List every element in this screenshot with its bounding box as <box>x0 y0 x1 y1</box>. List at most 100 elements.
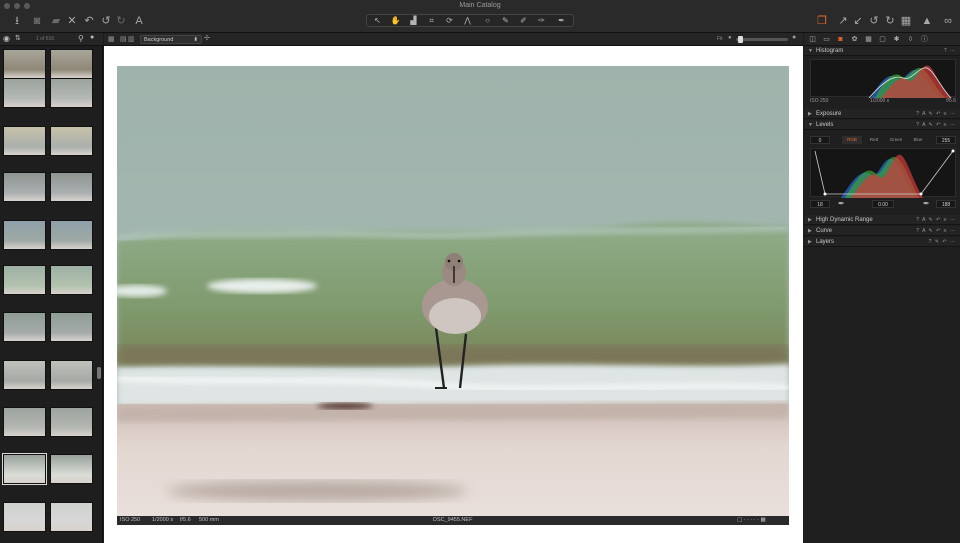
grid-view-icon[interactable]: ▦ <box>108 35 115 43</box>
histogram-header[interactable]: ▼ Histogram ? ⋯ <box>804 46 960 56</box>
thumbnail[interactable] <box>3 265 46 295</box>
zoom-slider-handle[interactable] <box>738 36 743 43</box>
thumbnail[interactable] <box>3 360 46 390</box>
layers-icon[interactable]: ❐ <box>815 14 829 28</box>
tab-adjust-icon[interactable]: ◊ <box>906 35 915 44</box>
channel-red[interactable]: Red <box>864 136 884 144</box>
info-bar-controls[interactable]: ▢ · · · · · ▦ <box>737 516 766 525</box>
thumbnail[interactable] <box>50 49 93 79</box>
levels-graph[interactable] <box>810 148 956 198</box>
levels-midtone[interactable]: 0.00 <box>872 200 894 208</box>
thumbnail[interactable] <box>3 49 46 79</box>
search-icon[interactable]: ⚲ <box>78 34 84 43</box>
sort-icon[interactable]: ⇅ <box>15 34 21 42</box>
tab-detail-icon[interactable]: ▦ <box>864 35 873 44</box>
warning-icon[interactable]: ▲ <box>920 14 934 28</box>
thumbnail[interactable] <box>50 312 93 342</box>
picker-icon[interactable]: ✒ <box>553 15 570 26</box>
black-picker-icon[interactable]: ✒ <box>838 199 845 208</box>
levels-output-high[interactable]: 188 <box>936 200 956 208</box>
curve-header[interactable]: ▶ Curve ? A ✎ ↶ ≡ ⋯ <box>804 226 960 236</box>
tab-folder-icon[interactable]: ▭ <box>822 35 831 44</box>
tab-color-icon[interactable]: ✿ <box>850 35 859 44</box>
select-icon[interactable]: ↖ <box>369 15 386 26</box>
chevron-right-icon: ▶ <box>808 217 812 223</box>
thumbnail[interactable] <box>50 78 93 108</box>
keystone-icon[interactable]: ⋀ <box>459 15 476 26</box>
import-icon[interactable]: ⭳ <box>10 14 24 28</box>
grid-icon[interactable]: ▦ <box>899 14 913 28</box>
undo-icon[interactable]: ↺ <box>99 14 113 28</box>
eye-icon[interactable]: ◉ <box>3 34 10 43</box>
thumbnail[interactable] <box>3 126 46 156</box>
pan-icon[interactable]: ✋ <box>387 15 404 26</box>
browser-scrollbar[interactable] <box>97 367 101 379</box>
shrink-icon[interactable]: ↙ <box>851 14 865 28</box>
tool-actions[interactable]: ? A ✎ ↶ ≡ ⋯ <box>916 120 956 130</box>
thumbnail[interactable] <box>50 172 93 202</box>
user-icon[interactable]: ● <box>90 34 94 41</box>
tab-lens-icon[interactable]: ▢ <box>878 35 887 44</box>
hdr-header[interactable]: ▶ High Dynamic Range ? A ✎ ↶ ≡ ⋯ <box>804 215 960 225</box>
thumbnail[interactable] <box>3 78 46 108</box>
tab-library-icon[interactable]: ◫ <box>808 35 817 44</box>
thumbnail[interactable] <box>3 502 46 532</box>
tool-actions[interactable]: ? ✎ ↶ ⋯ <box>929 237 956 247</box>
brush-icon[interactable]: ✎ <box>497 15 514 26</box>
tab-settings-icon[interactable]: ✱ <box>892 35 901 44</box>
rotate-left-icon[interactable]: ↺ <box>867 14 881 28</box>
filmstrip-icon[interactable]: ▥ <box>128 35 135 43</box>
delete-icon[interactable]: ✕ <box>65 14 79 28</box>
tab-camera-icon[interactable]: ◙ <box>836 35 845 44</box>
thumbnail[interactable] <box>50 220 93 250</box>
grow-icon[interactable]: ↗ <box>836 14 850 28</box>
zoom-slider[interactable] <box>736 36 788 43</box>
tool-actions[interactable]: ? A ✎ ↶ ≡ ⋯ <box>916 226 956 236</box>
add-layer-icon[interactable]: ✢ <box>204 34 210 42</box>
levels-header[interactable]: ▼ Levels ? A ✎ ↶ ≡ ⋯ <box>804 120 960 130</box>
rotate-icon[interactable]: ⟳ <box>441 15 458 26</box>
white-picker-icon[interactable]: ✒ <box>923 199 930 208</box>
rotate-right-icon[interactable]: ↻ <box>883 14 897 28</box>
layer-select[interactable]: Background ⬍ <box>140 35 202 44</box>
text-icon[interactable]: A <box>132 14 146 28</box>
multi-view-icon[interactable]: ▤ <box>120 35 127 43</box>
thumbnail[interactable] <box>3 172 46 202</box>
channel-rgb[interactable]: RGB <box>842 136 862 144</box>
chevron-down-icon: ▼ <box>808 48 813 54</box>
eraser-icon[interactable]: ✐ <box>515 15 532 26</box>
thumbnail[interactable] <box>3 220 46 250</box>
thumbnail[interactable] <box>3 312 46 342</box>
spot-icon[interactable]: ○ <box>479 15 496 26</box>
thumbnail[interactable] <box>2 453 47 485</box>
redo-icon[interactable]: ↻ <box>114 14 128 28</box>
undo-all-icon[interactable]: ↶ <box>82 14 96 28</box>
compare-icon[interactable]: ∞ <box>939 14 957 28</box>
loupe-icon[interactable]: ▟ <box>405 15 422 26</box>
camera-icon[interactable]: ◙ <box>30 14 44 28</box>
tab-info-icon[interactable]: ⓘ <box>920 35 929 44</box>
export-icon[interactable]: ▰ <box>49 14 63 28</box>
layers-header[interactable]: ▶ Layers ? ✎ ↶ ⋯ <box>804 237 960 247</box>
tool-actions[interactable]: ? ⋯ <box>944 46 956 56</box>
thumbnail[interactable] <box>50 502 93 532</box>
channel-blue[interactable]: Blue <box>908 136 928 144</box>
thumbnail[interactable] <box>50 265 93 295</box>
levels-output-low[interactable]: 18 <box>810 200 830 208</box>
thumbnail[interactable] <box>3 407 46 437</box>
channel-green[interactable]: Green <box>886 136 906 144</box>
levels-input-high[interactable]: 255 <box>936 136 956 144</box>
chevron-down-icon: ▼ <box>808 122 813 128</box>
main-photo[interactable] <box>117 66 789 516</box>
thumbnail[interactable] <box>50 407 93 437</box>
tool-actions[interactable]: ? A ✎ ↶ ≡ ⋯ <box>916 109 956 119</box>
thumbnail[interactable] <box>50 454 93 484</box>
image-viewer[interactable]: ISO 250 1/2000 s f/5.6 500 mm DSC_9455.N… <box>104 46 803 543</box>
gradient-icon[interactable]: ✑ <box>533 15 550 26</box>
thumbnail[interactable] <box>50 360 93 390</box>
crop-icon[interactable]: ⌗ <box>423 15 440 26</box>
exposure-header[interactable]: ▶ Exposure ? A ✎ ↶ ≡ ⋯ <box>804 109 960 119</box>
levels-input-low[interactable]: 0 <box>810 136 830 144</box>
thumbnail[interactable] <box>50 126 93 156</box>
tool-actions[interactable]: ? A ✎ ↶ ≡ ⋯ <box>916 215 956 225</box>
